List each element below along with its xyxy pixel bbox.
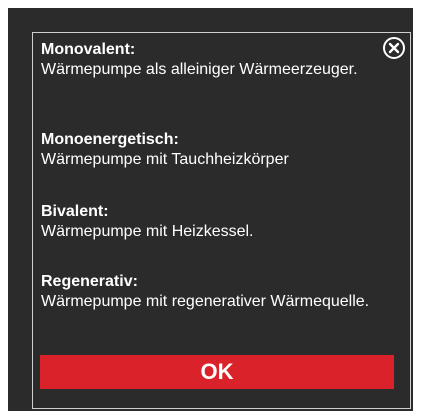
section-monoenergetisch: Monoenergetisch: Wärmepumpe mit Tauchhei… [41,130,381,170]
ok-button[interactable]: OK [40,355,394,389]
section-regenerativ: Regenerativ: Wärmepumpe mit regenerative… [41,272,381,312]
section-title: Bivalent: [41,203,109,220]
section-text: Wärmepumpe als alleiniger Wärmeerzeuger. [41,61,358,78]
section-title: Monoenergetisch: [41,131,179,148]
section-title: Regenerativ: [41,273,138,290]
section-text: Wärmepumpe mit regenerativer Wärmequelle… [41,293,370,310]
close-icon[interactable] [382,36,406,60]
section-bivalent: Bivalent: Wärmepumpe mit Heizkessel. [41,202,381,242]
section-monovalent: Monovalent: Wärmepumpe als alleiniger Wä… [41,40,381,80]
section-text: Wärmepumpe mit Tauchheizkörper [41,151,289,168]
section-title: Monovalent: [41,41,136,58]
section-text: Wärmepumpe mit Heizkessel. [41,223,254,240]
